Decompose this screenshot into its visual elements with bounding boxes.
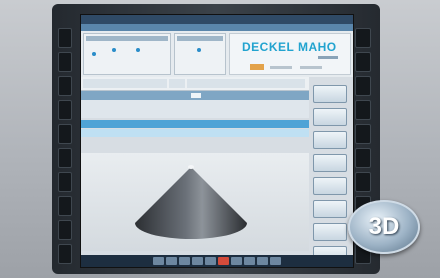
mode-badge bbox=[250, 64, 264, 70]
bottom-key[interactable] bbox=[166, 257, 177, 265]
cnc-screen: DECKEL MAHO bbox=[80, 14, 354, 268]
info-line bbox=[270, 66, 292, 69]
softkey[interactable] bbox=[313, 177, 347, 195]
info-strip bbox=[81, 24, 353, 31]
hardware-key[interactable] bbox=[58, 100, 72, 120]
bottom-key[interactable] bbox=[205, 257, 216, 265]
program-block bbox=[81, 100, 309, 118]
bottom-key[interactable] bbox=[179, 257, 190, 265]
softkey[interactable] bbox=[313, 85, 347, 103]
hardware-key[interactable] bbox=[58, 244, 72, 264]
status-indicator-icon bbox=[136, 48, 140, 52]
hardware-key[interactable] bbox=[58, 52, 72, 72]
softkey[interactable] bbox=[313, 200, 347, 218]
hardware-key[interactable] bbox=[58, 172, 72, 192]
hardware-key[interactable] bbox=[58, 148, 72, 168]
hardware-key[interactable] bbox=[58, 220, 72, 240]
cone-graphic bbox=[135, 165, 247, 239]
program-line[interactable] bbox=[81, 129, 309, 137]
panel-header bbox=[177, 36, 223, 41]
hardware-key[interactable] bbox=[355, 100, 371, 120]
status-indicator-icon bbox=[92, 52, 96, 56]
bottom-key-active[interactable] bbox=[218, 257, 229, 265]
header-cell bbox=[83, 79, 167, 88]
hardware-key[interactable] bbox=[355, 172, 371, 192]
selection-row[interactable] bbox=[81, 91, 309, 100]
bottom-key[interactable] bbox=[153, 257, 164, 265]
softkey[interactable] bbox=[313, 154, 347, 172]
panel-header bbox=[86, 36, 168, 41]
hardware-key[interactable] bbox=[58, 124, 72, 144]
title-bar bbox=[81, 15, 353, 24]
spindle-status-panel bbox=[83, 33, 171, 75]
header-row bbox=[81, 77, 309, 91]
status-indicator-icon bbox=[197, 48, 201, 52]
info-line bbox=[300, 66, 322, 69]
hardware-key[interactable] bbox=[355, 148, 371, 168]
top-panels: DECKEL MAHO bbox=[81, 31, 353, 77]
cone-tip bbox=[188, 165, 194, 169]
bottom-key[interactable] bbox=[231, 257, 242, 265]
bottom-key[interactable] bbox=[270, 257, 281, 265]
selection-tag bbox=[191, 93, 201, 98]
bottom-softkey-bar bbox=[81, 255, 353, 267]
brand-panel: DECKEL MAHO bbox=[229, 33, 351, 75]
softkey-column bbox=[309, 77, 349, 267]
bottom-key[interactable] bbox=[257, 257, 268, 265]
hardware-key[interactable] bbox=[58, 28, 72, 48]
header-cell bbox=[187, 79, 305, 88]
brand-subtitle bbox=[318, 56, 338, 59]
status-indicator-icon bbox=[112, 48, 116, 52]
3d-badge: 3D bbox=[348, 200, 420, 254]
hardware-key[interactable] bbox=[58, 76, 72, 96]
bottom-key[interactable] bbox=[244, 257, 255, 265]
hardware-key[interactable] bbox=[355, 76, 371, 96]
cone-shape bbox=[135, 167, 247, 239]
3d-badge-label: 3D bbox=[368, 213, 400, 240]
feed-status-panel bbox=[174, 33, 226, 75]
hardware-key[interactable] bbox=[355, 28, 371, 48]
hardware-key[interactable] bbox=[58, 196, 72, 216]
softkey[interactable] bbox=[313, 223, 347, 241]
bottom-key[interactable] bbox=[192, 257, 203, 265]
header-cell bbox=[169, 79, 185, 88]
simulation-viewport[interactable] bbox=[81, 153, 309, 251]
brand-logo: DECKEL MAHO bbox=[242, 40, 337, 54]
hardware-key[interactable] bbox=[355, 124, 371, 144]
active-program-line[interactable] bbox=[81, 120, 309, 128]
softkey[interactable] bbox=[313, 131, 347, 149]
left-hardware-keys bbox=[58, 28, 72, 264]
softkey[interactable] bbox=[313, 108, 347, 126]
hardware-key[interactable] bbox=[355, 52, 371, 72]
